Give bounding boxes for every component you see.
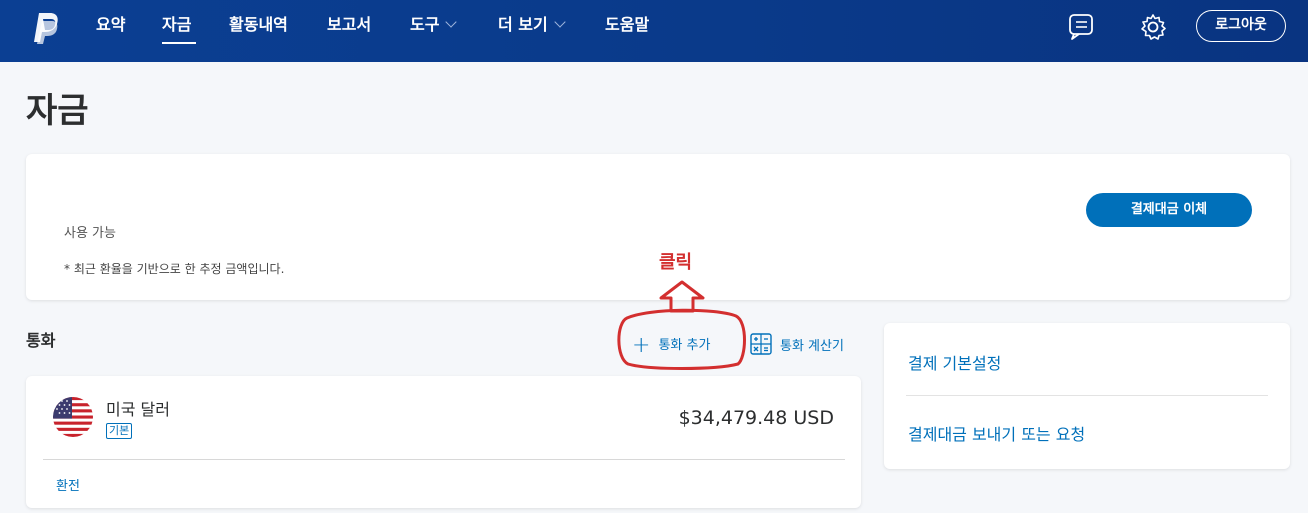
gear-icon[interactable] — [1138, 12, 1168, 42]
annotation-click-label: 클릭 — [659, 252, 693, 273]
page-title: 자금 — [26, 91, 89, 131]
currency-card-usd[interactable]: 미국 달러 기본 $34,479.48 USD 환전 — [26, 376, 861, 508]
available-balance-label: 사용 가능 — [64, 226, 116, 241]
top-navigation-bar: 요약 자금 활동내역 보고서 도구 더 보기 도움말 로그아웃 — [0, 0, 1308, 62]
chevron-down-icon — [445, 16, 458, 28]
messages-icon[interactable] — [1066, 12, 1096, 42]
currencies-section-title: 통화 — [26, 331, 56, 350]
payment-links-card: 결제 기본설정 결제대금 보내기 또는 요청 — [884, 323, 1290, 469]
currency-calculator-label: 통화 계산기 — [780, 339, 844, 354]
us-flag-icon — [53, 397, 93, 437]
currency-name: 미국 달러 — [106, 400, 170, 419]
payment-preferences-link[interactable]: 결제 기본설정 — [908, 350, 1001, 374]
nav-item-tools[interactable]: 도구 — [410, 14, 458, 36]
chevron-down-icon — [554, 16, 566, 28]
add-currency-button[interactable]: + 통화 추가 — [632, 330, 711, 358]
estimate-note: * 최근 환율을 기반으로 한 추정 금액입니다. — [64, 262, 285, 276]
nav-item-help[interactable]: 도움말 — [605, 14, 649, 36]
nav-item-more[interactable]: 더 보기 — [498, 14, 566, 36]
paypal-logo-icon[interactable] — [30, 11, 60, 45]
send-or-request-link[interactable]: 결제대금 보내기 또는 요청 — [908, 421, 1085, 445]
balance-card: 사용 가능 * 최근 환율을 기반으로 한 추정 금액입니다. 결제대금 이체 — [26, 154, 1290, 300]
default-badge: 기본 — [106, 423, 133, 439]
nav-item-funds[interactable]: 자금 — [162, 14, 191, 36]
calculator-icon — [750, 333, 772, 355]
nav-item-activity[interactable]: 활동내역 — [229, 14, 288, 36]
add-currency-label: 통화 추가 — [658, 338, 711, 353]
plus-icon: + — [632, 333, 651, 358]
active-tab-underline — [162, 42, 196, 44]
currency-amount: $34,479.48 USD — [678, 407, 834, 429]
divider — [43, 459, 845, 460]
nav-item-reports[interactable]: 보고서 — [327, 14, 371, 36]
logout-button[interactable]: 로그아웃 — [1196, 10, 1286, 42]
nav-item-summary[interactable]: 요약 — [96, 14, 125, 36]
convert-currency-link[interactable]: 환전 — [56, 475, 80, 494]
currency-calculator-button[interactable]: 통화 계산기 — [750, 328, 844, 355]
nav-item-more-label: 더 보기 — [498, 15, 548, 34]
transfer-funds-button[interactable]: 결제대금 이체 — [1086, 193, 1252, 227]
nav-item-tools-label: 도구 — [410, 15, 440, 34]
divider — [906, 395, 1268, 396]
